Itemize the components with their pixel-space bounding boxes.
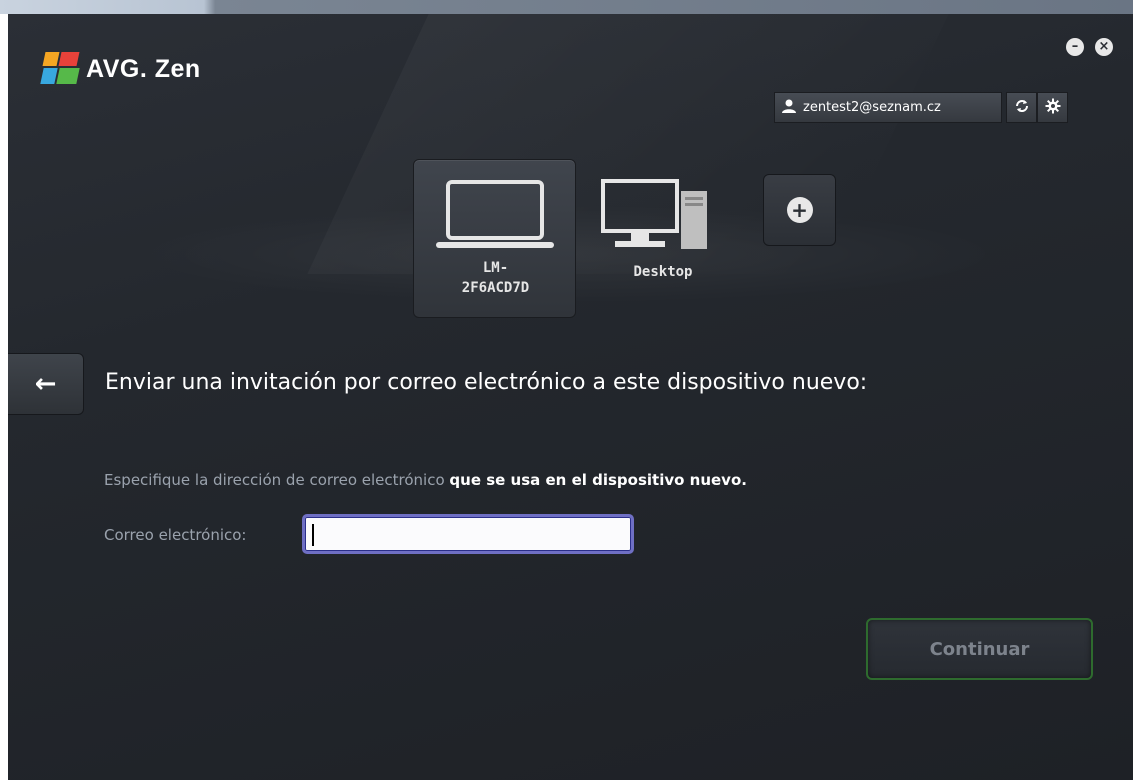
avg-logo-icon xyxy=(38,52,84,86)
app-logo: AVG. Zen xyxy=(38,49,201,89)
refresh-icon xyxy=(1014,98,1030,118)
account-email: zentest2@seznam.cz xyxy=(803,100,941,115)
settings-button[interactable] xyxy=(1037,92,1068,123)
email-input[interactable] xyxy=(302,514,634,554)
close-button[interactable]: × xyxy=(1095,38,1113,56)
text-caret xyxy=(312,524,314,546)
avg-zen-window: AVG. Zen – × zentest2@seznam.cz LM- 2F6A… xyxy=(8,14,1133,780)
page-heading: Enviar una invitación por correo electró… xyxy=(105,370,868,395)
arrow-left-icon: ← xyxy=(34,369,57,399)
user-icon xyxy=(775,98,803,118)
device-name-laptop: LM- 2F6ACD7D xyxy=(461,260,530,296)
email-label: Correo electrónico: xyxy=(104,526,247,544)
gear-icon xyxy=(1045,98,1061,118)
device-name-desktop: Desktop xyxy=(633,264,693,280)
continue-button[interactable]: Continuar xyxy=(866,618,1093,680)
laptop-icon xyxy=(434,180,556,254)
back-button[interactable]: ← xyxy=(8,353,84,415)
account-button[interactable]: zentest2@seznam.cz xyxy=(774,92,1002,123)
device-tile-desktop[interactable]: Desktop xyxy=(593,174,733,314)
sync-button[interactable] xyxy=(1006,92,1037,123)
minimize-button[interactable]: – xyxy=(1066,38,1084,56)
instruction-text: Especifique la dirección de correo elect… xyxy=(104,471,747,489)
desktop-icon xyxy=(601,179,711,255)
plus-icon: + xyxy=(786,197,813,223)
window-top-strip xyxy=(0,0,1133,14)
add-device-button[interactable]: + xyxy=(763,174,836,246)
app-title: AVG. Zen xyxy=(86,54,201,83)
device-tile-laptop[interactable]: LM- 2F6ACD7D xyxy=(413,159,576,318)
